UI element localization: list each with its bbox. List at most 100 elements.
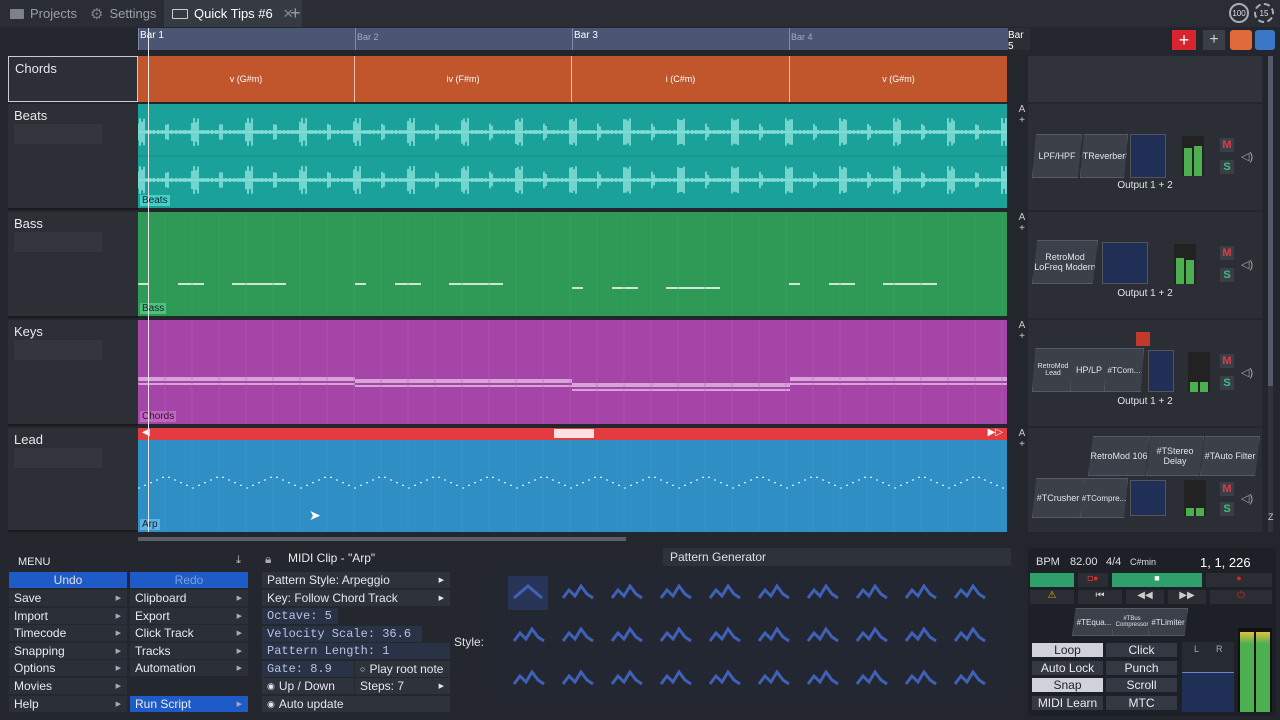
menu-item-tracks[interactable]: Tracks ▶ xyxy=(130,642,248,659)
track-header-beats[interactable]: Beats xyxy=(8,104,138,210)
velocity-scale-field[interactable]: Velocity Scale: 36.6 xyxy=(262,626,422,642)
zoom-label[interactable]: Z xyxy=(1268,512,1274,522)
track-header-bass[interactable]: Bass xyxy=(8,212,138,318)
download-icon[interactable]: ⤓ xyxy=(236,554,241,567)
bass-clip[interactable]: Bass xyxy=(138,212,1007,316)
plugin-tcrusher[interactable]: #TCrusher xyxy=(1032,478,1084,518)
auto-update-toggle[interactable]: ◉ Auto update xyxy=(262,696,450,712)
solo-button[interactable]: S xyxy=(1220,268,1234,282)
undo-button[interactable]: Undo xyxy=(9,572,127,588)
plugin-hp-lp[interactable]: HP/LP xyxy=(1070,348,1108,392)
output-label[interactable]: Output 1 + 2 xyxy=(1028,288,1262,299)
plugin-tcompressor[interactable]: #TCompre... xyxy=(1080,478,1128,518)
automation-toggle[interactable]: A + xyxy=(1016,212,1028,234)
octave-field[interactable]: Octave: 5 xyxy=(262,608,338,624)
midi-learn-button[interactable]: MIDI Learn xyxy=(1032,696,1103,710)
play-button[interactable]: ■ xyxy=(1112,573,1202,587)
menu-item-clipboard[interactable]: Clipboard ▶ xyxy=(130,590,248,606)
menu-item-run-script[interactable]: Run Script ▶ xyxy=(130,695,248,712)
plugin-lpf-hpf[interactable]: LPF/HPF xyxy=(1032,134,1082,178)
plugin-tauto-filter[interactable]: #TAuto Filter xyxy=(1200,436,1260,476)
gate-field[interactable]: Gate: 8.9 xyxy=(262,661,354,677)
punch-record-icon[interactable]: ⏻ xyxy=(1210,590,1272,604)
loop-button[interactable]: Loop xyxy=(1032,643,1103,657)
add-button[interactable]: + xyxy=(1203,30,1225,50)
menu-item-export[interactable]: Export ▶ xyxy=(130,607,248,624)
lock-icon[interactable]: 🔒︎ xyxy=(265,552,271,567)
loop-play-button[interactable] xyxy=(1030,573,1074,587)
add-track-button[interactable]: + xyxy=(1172,30,1196,50)
menu-item-movies[interactable]: Movies ▶ xyxy=(9,678,127,694)
speaker-icon[interactable]: ◁) xyxy=(1241,150,1253,163)
key-signature[interactable]: C#min xyxy=(1130,557,1156,567)
play-root-note-toggle[interactable]: ○ Play root note xyxy=(355,661,450,677)
up-down-toggle[interactable]: ◉ Up / Down xyxy=(262,678,354,694)
click-button[interactable]: Click xyxy=(1106,643,1177,657)
clip-header-bar[interactable]: ◀ ▶▷ xyxy=(138,428,1007,440)
record-button[interactable]: ● xyxy=(1206,573,1272,587)
pattern-length-field[interactable]: Pattern Length: 1 xyxy=(262,643,450,659)
solo-button[interactable]: S xyxy=(1220,502,1234,516)
style-grid[interactable] xyxy=(492,572,1010,700)
add-tab-icon[interactable]: + xyxy=(290,3,301,24)
chord-block[interactable]: iv (F#m) xyxy=(355,56,572,102)
speaker-icon[interactable]: ◁) xyxy=(1241,258,1253,271)
menu-item-snapping[interactable]: Snapping ▶ xyxy=(9,642,127,659)
record-mode-button[interactable]: ◘● xyxy=(1078,573,1108,587)
record-view-icon[interactable] xyxy=(1230,30,1252,50)
key-select[interactable]: Key: Follow Chord Track ▶ xyxy=(262,590,450,606)
auto-lock-button[interactable]: Auto Lock xyxy=(1032,661,1103,675)
plugin-retromod-lead[interactable]: RetroMod Lead xyxy=(1032,348,1074,392)
warning-icon[interactable]: ⚠ xyxy=(1030,590,1074,604)
punch-button[interactable]: Punch xyxy=(1106,661,1177,675)
fast-forward-button[interactable]: ▶▶ xyxy=(1168,590,1206,604)
horizontal-scrollbar[interactable] xyxy=(138,537,626,541)
mtc-button[interactable]: MTC xyxy=(1106,696,1177,710)
tab-settings[interactable]: ⚙ Settings xyxy=(90,0,156,27)
menu-item-import[interactable]: Import ▶ xyxy=(9,607,127,624)
track-header-keys[interactable]: Keys xyxy=(8,320,138,426)
automation-toggle[interactable]: A + xyxy=(1016,320,1028,342)
mute-button[interactable]: M xyxy=(1220,246,1234,260)
plugin-retromod-lofreq[interactable]: RetroMod LoFreq Modern xyxy=(1032,240,1098,284)
tab-quick-tips[interactable]: Quick Tips #6 ✕ xyxy=(164,0,302,27)
volume-fader[interactable] xyxy=(1130,480,1166,516)
track-header-lead[interactable]: Lead xyxy=(8,428,138,532)
lead-clip[interactable]: ◀ ▶▷ Arp xyxy=(138,428,1007,532)
rewind-button[interactable]: ◀◀ xyxy=(1126,590,1164,604)
pattern-style-select[interactable]: Pattern Style: Arpeggio ▶ xyxy=(262,572,450,588)
volume-fader[interactable] xyxy=(1102,242,1148,284)
speaker-icon[interactable]: ◁) xyxy=(1241,366,1253,379)
speaker-icon[interactable]: ◁) xyxy=(1241,492,1253,505)
time-signature[interactable]: 4/4 xyxy=(1106,556,1121,568)
menu-item-automation[interactable]: Automation ▶ xyxy=(130,660,248,677)
snap-button[interactable]: Snap xyxy=(1032,678,1103,692)
plugin-treverb[interactable]: #TReverber8 xyxy=(1080,134,1128,178)
scroll-button[interactable]: Scroll xyxy=(1106,678,1177,692)
loop-end-icon[interactable]: ▶▷ xyxy=(988,428,1003,438)
beats-clip[interactable]: Beats xyxy=(138,104,1007,208)
mute-button[interactable]: M xyxy=(1220,354,1234,368)
output-label[interactable]: Output 1 + 2 xyxy=(1028,180,1262,191)
steps-select[interactable]: Steps: 7 ▶ xyxy=(355,678,450,694)
instrument-icon[interactable] xyxy=(1136,332,1150,346)
plugin-tcompressor[interactable]: #TCom... xyxy=(1104,348,1144,392)
menu-item-options[interactable]: Options ▶ xyxy=(9,660,127,677)
plugin-tequalizer[interactable]: #TEqua... xyxy=(1072,608,1116,636)
volume-fader[interactable] xyxy=(1130,134,1166,178)
chord-block[interactable]: i (C#m) xyxy=(572,56,790,102)
chord-block[interactable]: v (G#m) xyxy=(790,56,1007,102)
menu-item-save[interactable]: Save ▶ xyxy=(9,590,127,606)
eye-icon[interactable] xyxy=(1255,30,1275,50)
menu-item-help[interactable]: Help ▶ xyxy=(9,695,127,712)
chord-lane[interactable]: v (G#m) iv (F#m) i (C#m) v (G#m) xyxy=(138,56,1007,102)
automation-toggle[interactable]: A + xyxy=(1016,104,1028,126)
automation-toggle[interactable]: A + xyxy=(1016,428,1028,450)
menu-item-timecode[interactable]: Timecode ▶ xyxy=(9,625,127,642)
go-to-start-button[interactable]: ⏮ xyxy=(1078,590,1122,604)
volume-fader[interactable] xyxy=(1148,350,1174,392)
clip-tools-icon[interactable] xyxy=(554,429,594,438)
mute-button[interactable]: M xyxy=(1220,482,1234,496)
master-fader[interactable]: L R xyxy=(1182,642,1234,712)
plugin-retromod-106[interactable]: RetroMod 106 xyxy=(1088,436,1150,476)
